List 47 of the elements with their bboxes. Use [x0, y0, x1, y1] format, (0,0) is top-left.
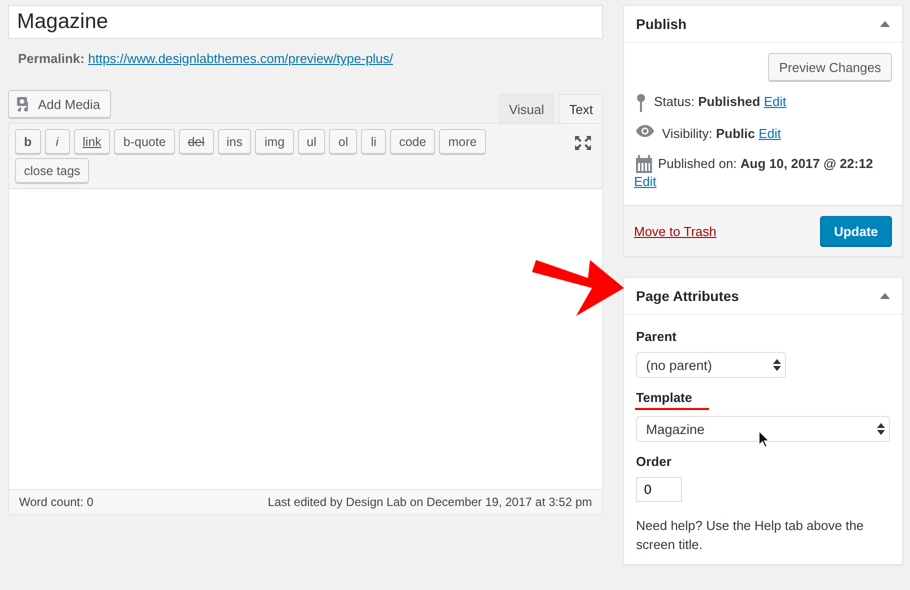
quicktag-button[interactable]: more	[439, 129, 486, 154]
quicktag-button[interactable]: b	[15, 129, 41, 154]
cursor-icon	[758, 430, 770, 448]
sort-arrows-icon	[877, 423, 885, 435]
preview-changes-button[interactable]: Preview Changes	[768, 53, 892, 81]
quicktag-button[interactable]: ul	[298, 129, 326, 154]
publish-info: Status: Published	[654, 94, 760, 109]
eye-icon	[636, 125, 654, 137]
collapse-icon[interactable]	[880, 21, 890, 27]
quicktag-button[interactable]: ol	[329, 129, 358, 154]
last-edited-text: Last edited by Design Lab on December 19, 2017 at 3:52 pm	[268, 495, 592, 509]
sort-arrows-icon	[773, 359, 781, 371]
collapse-icon[interactable]	[880, 293, 890, 299]
publish-info: Published on: Aug 10, 2017 @ 22:12	[658, 156, 874, 171]
add-media-button[interactable]: Add Media	[8, 90, 112, 118]
word-count: Word count: 0	[19, 495, 94, 509]
parent-select[interactable]: (no parent)	[636, 352, 786, 378]
permalink-link[interactable]: https://www.designlabthemes.com/preview/type-plus/	[88, 51, 394, 66]
field-label: Order	[636, 454, 672, 469]
pin-icon	[636, 93, 646, 113]
edit-link[interactable]: Edit	[764, 94, 786, 109]
field-label: Template	[636, 390, 692, 405]
panel-title: Publish	[636, 16, 687, 32]
quicktag-button[interactable]: del	[178, 129, 214, 154]
panel-title: Page Attributes	[636, 288, 739, 304]
permalink-label: Permalink:	[18, 51, 84, 66]
edit-link[interactable]: Edit	[758, 126, 781, 141]
help-text: Need help? Use the Help tab above the screen title.	[636, 517, 865, 554]
update-button[interactable]: Update	[820, 216, 892, 246]
publish-info: Visibility: Public	[662, 126, 755, 141]
edit-link[interactable]: Edit	[634, 174, 656, 189]
editor-tab[interactable]: Text	[559, 94, 603, 123]
quicktag-button[interactable]: img	[255, 129, 294, 154]
calendar-icon	[636, 155, 652, 173]
quicktag-button[interactable]: link	[74, 129, 110, 154]
quicktag-button[interactable]: b-quote	[114, 129, 175, 154]
order-field[interactable]: 0	[636, 477, 682, 502]
title-field[interactable]: Magazine	[8, 5, 603, 39]
quicktag-button[interactable]: ins	[218, 129, 252, 154]
move-to-trash-link[interactable]: Move to Trash	[634, 224, 716, 238]
quicktag-button[interactable]: li	[361, 129, 386, 154]
quicktag-button[interactable]: close tags	[15, 158, 90, 183]
quicktag-button[interactable]: code	[390, 129, 436, 154]
fullscreen-icon[interactable]	[574, 135, 592, 151]
editor-tab[interactable]: Visual	[498, 94, 554, 123]
quicktag-button[interactable]: i	[44, 129, 70, 154]
field-label: Parent	[636, 329, 676, 344]
